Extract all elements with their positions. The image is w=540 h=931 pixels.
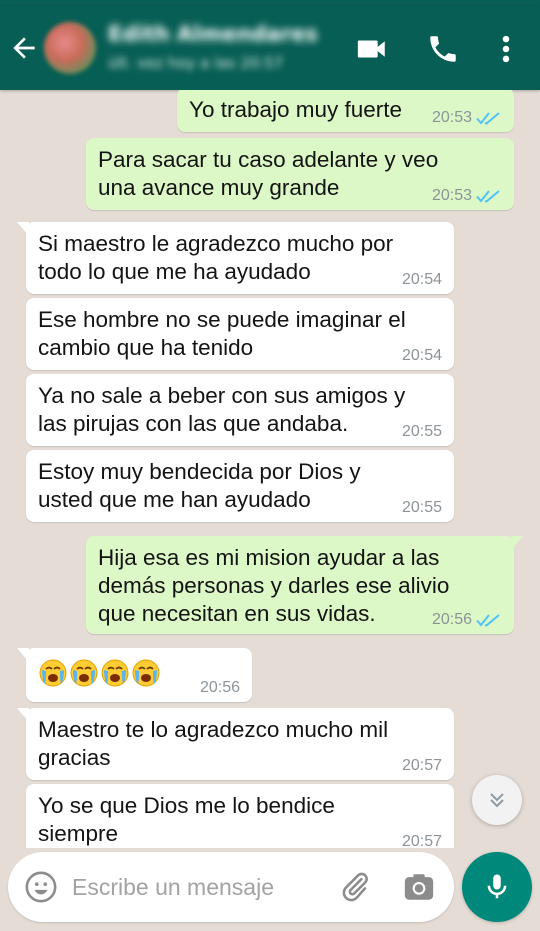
- message-bubble[interactable]: Si maestro le agradezco mucho por todo l…: [17, 222, 454, 294]
- message-time: 20:56: [431, 611, 472, 628]
- message-input[interactable]: [72, 870, 312, 904]
- loudly-crying-face-icon: [131, 658, 161, 688]
- emoji-icon[interactable]: [24, 870, 58, 904]
- video-camera-icon[interactable]: [355, 32, 389, 66]
- double-chevron-down-icon: [490, 793, 504, 808]
- message-time: 20:53: [431, 109, 472, 126]
- message-time: 20:53: [431, 187, 472, 204]
- double-check-icon: [476, 110, 502, 126]
- message-bubble[interactable]: 20:56: [17, 648, 252, 702]
- microphone-icon: [487, 874, 507, 899]
- message-meta: 20:54: [402, 347, 442, 365]
- double-check-icon: [476, 188, 502, 204]
- message-bubble[interactable]: Maestro te lo agradezco mucho mil gracia…: [17, 708, 454, 780]
- message-text: Ya no sale a beber con sus amigos y las …: [38, 383, 406, 436]
- message-time: 20:55: [401, 499, 442, 516]
- message-text: Si maestro le agradezco mucho por todo l…: [38, 231, 394, 284]
- message-bubble[interactable]: Yo se que Dios me lo bendice siempre 20:…: [26, 784, 454, 848]
- arrow-left-icon[interactable]: [8, 32, 40, 64]
- message-composer: [8, 852, 454, 922]
- message-bubble[interactable]: Hija esa es mi mision ayudar a las demás…: [86, 536, 523, 634]
- camera-icon[interactable]: [402, 870, 436, 904]
- message-text: Estoy muy bendecida por Dios y usted que…: [38, 459, 361, 512]
- message-bubble[interactable]: Ese hombre no se puede imaginar el cambi…: [26, 298, 454, 370]
- phone-icon[interactable]: [426, 32, 460, 66]
- loudly-crying-face-icon: [38, 658, 68, 688]
- message-meta: 20:56: [432, 611, 502, 629]
- message-list[interactable]: Yo trabajo muy fuerte 20:53 Para sacar t…: [0, 90, 540, 848]
- message-time: 20:57: [401, 833, 442, 848]
- message-bubble[interactable]: Estoy muy bendecida por Dios y usted que…: [26, 450, 454, 522]
- message-meta: 20:55: [402, 499, 442, 517]
- contact-status: últ. vez hoy a las 20:57: [108, 54, 284, 72]
- message-time: 20:54: [401, 347, 442, 364]
- message-meta: 20:53: [432, 109, 502, 127]
- chat-header: Edith Almendares últ. vez hoy a las 20:5…: [0, 6, 540, 90]
- message-text: Maestro te lo agradezco mucho mil gracia…: [38, 717, 389, 770]
- message-meta: 20:54: [402, 271, 442, 289]
- message-time: 20:57: [401, 757, 442, 774]
- double-check-icon: [476, 612, 502, 628]
- scroll-to-bottom-button[interactable]: [472, 775, 522, 825]
- message-time: 20:54: [401, 271, 442, 288]
- message-meta: 20:55: [402, 423, 442, 441]
- message-text: Ese hombre no se puede imaginar el cambi…: [38, 307, 406, 360]
- message-time: 20:55: [401, 423, 442, 440]
- message-text: Yo se que Dios me lo bendice siempre: [38, 793, 335, 846]
- message-bubble[interactable]: Para sacar tu caso adelante y veo una av…: [86, 138, 514, 210]
- loudly-crying-face-icon: [69, 658, 99, 688]
- avatar[interactable]: [44, 22, 96, 74]
- message-meta: 20:57: [402, 757, 442, 775]
- message-meta: 20:57: [402, 833, 442, 848]
- message-meta: 20:53: [432, 187, 502, 205]
- loudly-crying-face-icon: [100, 658, 130, 688]
- message-bubble[interactable]: Ya no sale a beber con sus amigos y las …: [26, 374, 454, 446]
- voice-message-button[interactable]: [462, 852, 532, 922]
- message-time: 20:56: [199, 679, 240, 696]
- message-meta: 20:56: [200, 679, 240, 697]
- contact-name[interactable]: Edith Almendares: [108, 22, 318, 46]
- message-bubble[interactable]: Yo trabajo muy fuerte 20:53: [177, 90, 514, 132]
- more-vertical-icon[interactable]: [494, 32, 518, 66]
- paperclip-icon[interactable]: [338, 870, 372, 904]
